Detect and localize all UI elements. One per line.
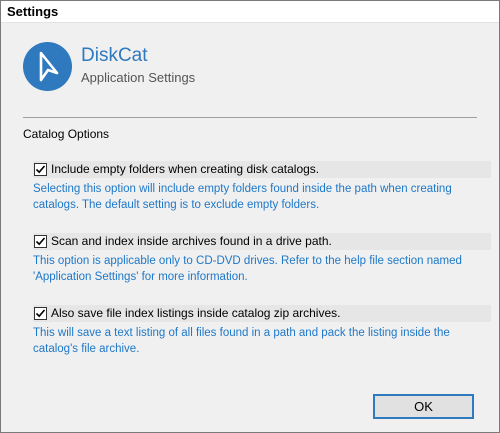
include-empty-folders-description: Selecting this option will include empty… [33,183,452,211]
include-empty-folders-label[interactable]: Include empty folders when creating disk… [51,162,319,176]
option-row[interactable]: Scan and index inside archives found in … [33,233,491,250]
save-index-listings-description: This will save a text listing of all fil… [33,327,450,355]
option-scan-archives: Scan and index inside archives found in … [33,233,491,285]
window-title: Settings [7,4,59,19]
ok-button[interactable]: OK [373,394,474,419]
checkmark-icon [35,165,46,174]
checkmark-icon [35,309,46,318]
app-subtitle: Application Settings [81,70,196,85]
scan-archives-label[interactable]: Scan and index inside archives found in … [51,234,332,248]
include-empty-folders-checkbox[interactable] [34,163,47,176]
option-row[interactable]: Include empty folders when creating disk… [33,161,491,178]
option-row[interactable]: Also save file index listings inside cat… [33,305,491,322]
settings-dialog: Settings DiskCat Application Settings Ca… [0,0,500,433]
title-bar[interactable]: Settings [1,1,499,23]
checkmark-icon [35,237,46,246]
save-index-listings-label[interactable]: Also save file index listings inside cat… [51,306,340,320]
catalog-options-label: Catalog Options [23,127,110,141]
option-include-empty-folders: Include empty folders when creating disk… [33,161,491,213]
save-index-listings-checkbox[interactable] [34,307,47,320]
app-name: DiskCat [81,45,148,66]
scan-archives-description: This option is applicable only to CD-DVD… [33,255,462,283]
option-save-index-listings: Also save file index listings inside cat… [33,305,491,357]
scan-archives-checkbox[interactable] [34,235,47,248]
header-divider [23,117,477,118]
arrow-cursor-icon [23,42,72,91]
